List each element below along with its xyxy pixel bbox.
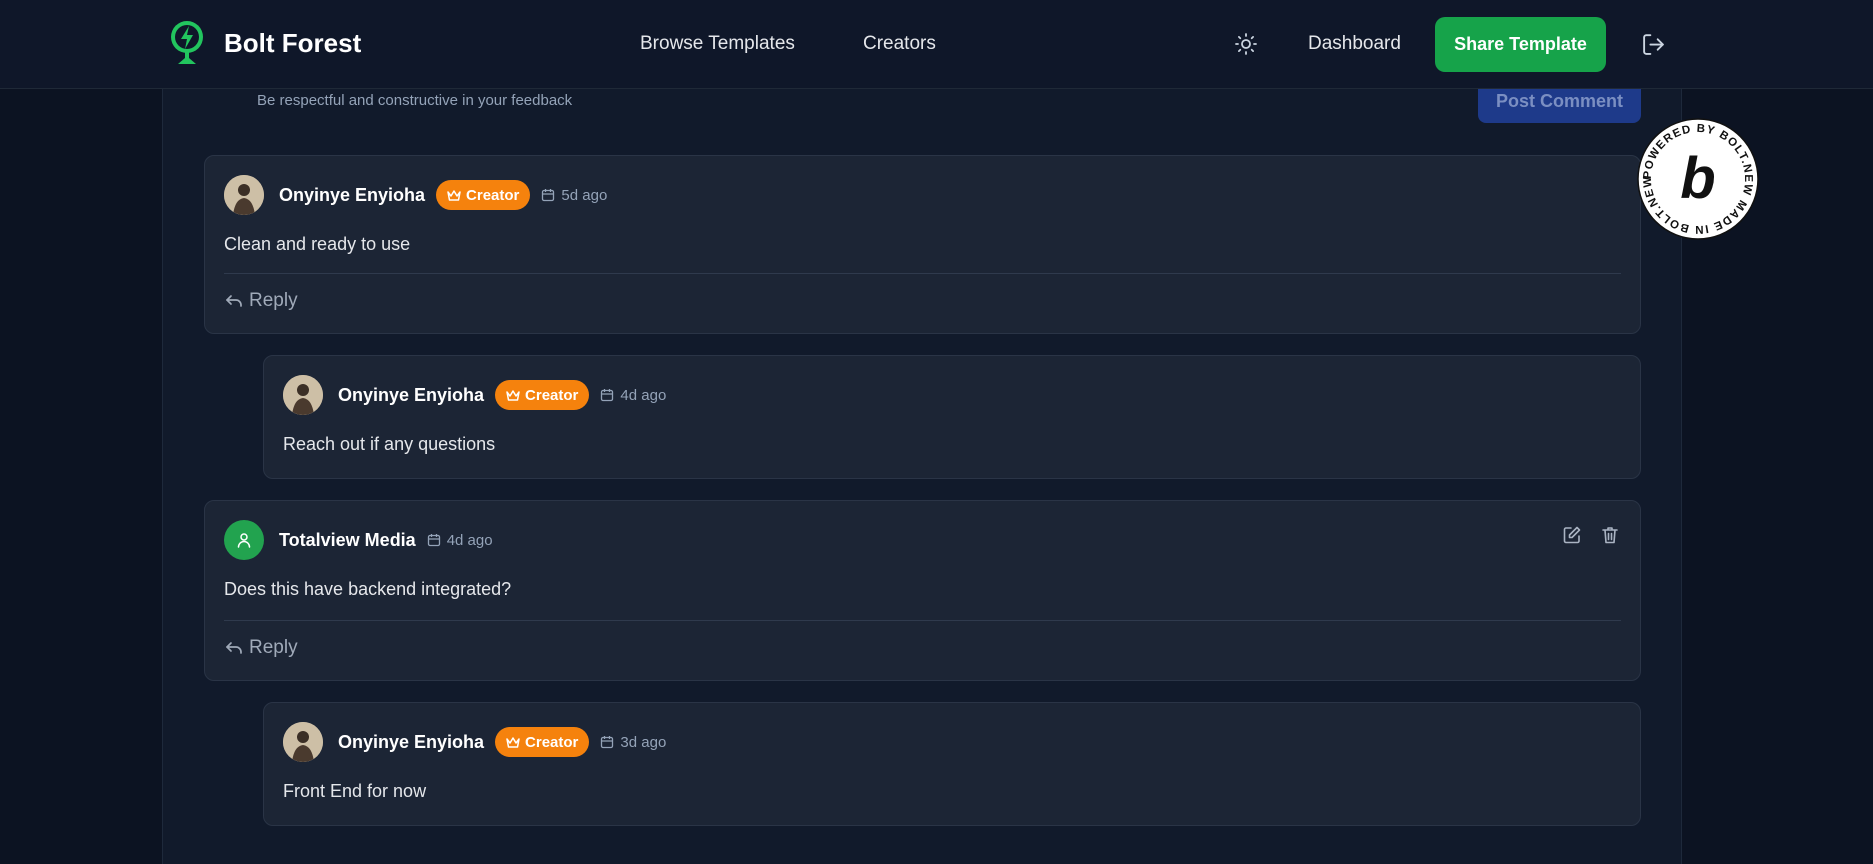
comment-text: Clean and ready to use [224, 234, 411, 254]
brand-logo[interactable]: Bolt Forest [168, 20, 361, 66]
date-label: 3d ago [620, 733, 667, 751]
reply-card: Onyinye Enyioha Creator 3d ago Front End… [263, 702, 1641, 826]
reply-button[interactable]: Reply [225, 637, 298, 659]
crown-icon [506, 737, 520, 748]
reply-icon [226, 642, 242, 654]
comment-card: Totalview Media 4d ago Does this have ba… [204, 500, 1641, 681]
avatar[interactable] [283, 722, 323, 762]
comment-date: 5d ago [541, 187, 607, 204]
date-label: 4d ago [620, 386, 667, 404]
badge-label: Creator [525, 386, 579, 404]
user-icon [237, 533, 251, 548]
avatar[interactable] [224, 520, 264, 560]
sun-icon[interactable] [1234, 32, 1258, 56]
comment-card: Onyinye Enyioha Creator 5d ago Clean and… [204, 155, 1641, 334]
comment-text: Does this have backend integrated? [224, 579, 512, 599]
reply-label: Reply [249, 290, 298, 311]
creator-badge: Creator [495, 727, 590, 757]
reply-card: Onyinye Enyioha Creator 4d ago Reach out… [263, 355, 1641, 479]
calendar-icon [601, 389, 614, 402]
comment-author[interactable]: Totalview Media [279, 530, 416, 551]
crown-icon [447, 190, 461, 201]
calendar-icon [427, 534, 440, 547]
creator-badge: Creator [495, 380, 590, 410]
trash-icon[interactable] [1600, 525, 1620, 545]
date-label: 5d ago [561, 186, 608, 204]
edit-icon[interactable] [1562, 525, 1582, 545]
reply-button[interactable]: Reply [225, 290, 298, 312]
badge-label: Creator [525, 733, 579, 751]
calendar-icon [542, 189, 555, 202]
nav-creators[interactable]: Creators [863, 33, 936, 55]
crown-icon [506, 390, 520, 401]
comment-author[interactable]: Onyinye Enyioha [279, 185, 425, 206]
reply-label: Reply [249, 637, 298, 658]
comment-actions [1562, 525, 1620, 545]
nav-browse-templates[interactable]: Browse Templates [640, 33, 795, 55]
comment-date: 3d ago [600, 734, 666, 751]
bolt-b-icon: b [1680, 146, 1715, 211]
bolt-tree-icon [171, 21, 203, 64]
creator-badge: Creator [436, 180, 531, 210]
badge-label: Creator [466, 186, 520, 204]
share-template-button[interactable]: Share Template [1435, 17, 1606, 72]
avatar[interactable] [283, 375, 323, 415]
comment-text: Front End for now [283, 781, 427, 801]
brand-name: Bolt Forest [224, 27, 362, 58]
comment-date: 4d ago [427, 532, 493, 549]
comment-divider [224, 620, 1621, 621]
reply-icon [226, 295, 242, 307]
calendar-icon [601, 736, 614, 749]
comment-divider [224, 273, 1621, 274]
comment-text: Reach out if any questions [283, 434, 496, 454]
top-header: Bolt Forest Browse Templates Creators Da… [0, 0, 1873, 89]
avatar[interactable] [224, 175, 264, 215]
date-label: 4d ago [446, 531, 493, 549]
powered-by-bolt-badge[interactable]: POWERED BY BOLT.NEW MADE IN BOLT.NEW b [1637, 118, 1759, 240]
comment-date: 4d ago [600, 387, 666, 404]
comment-author[interactable]: Onyinye Enyioha [338, 385, 484, 406]
comment-hint: Be respectful and constructive in your f… [257, 92, 573, 109]
logout-icon[interactable] [1641, 32, 1666, 57]
nav-dashboard[interactable]: Dashboard [1308, 33, 1401, 55]
comment-author[interactable]: Onyinye Enyioha [338, 732, 484, 753]
